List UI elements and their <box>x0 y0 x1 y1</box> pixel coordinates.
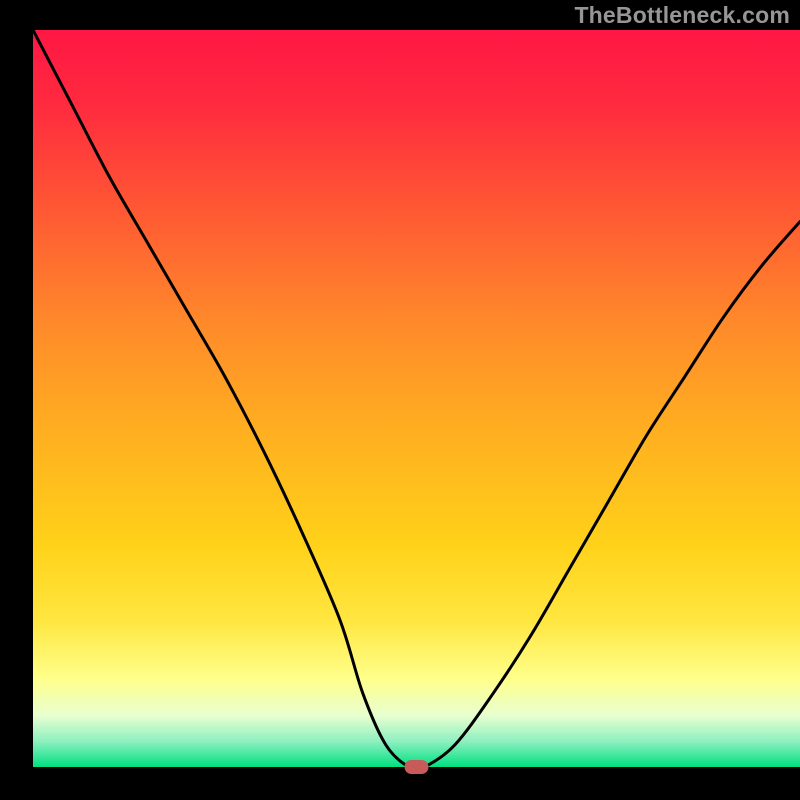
attribution-text: TheBottleneck.com <box>574 2 790 29</box>
bottleneck-chart <box>0 0 800 800</box>
plot-background <box>33 30 800 767</box>
chart-frame: { "attribution": "TheBottleneck.com", "c… <box>0 0 800 800</box>
optimum-marker <box>405 760 429 774</box>
